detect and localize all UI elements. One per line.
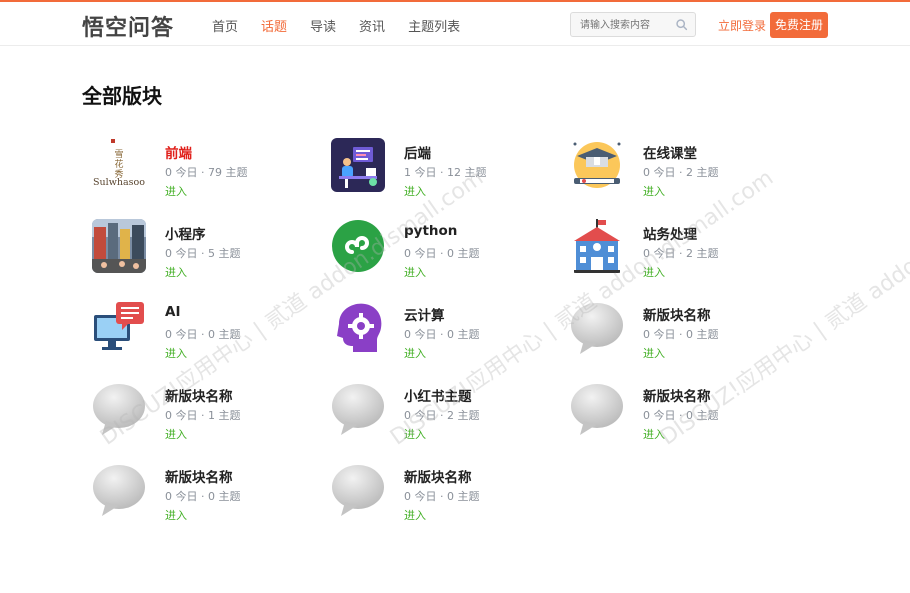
board-enter-link[interactable]: 进入 [165,183,187,199]
board-item[interactable]: 后端 1 今日 · 12 主题 进入 [331,138,551,198]
board-item[interactable]: 雪 花 秀 Sulwhasoo 前端 0 今日 · 79 主题 进入 [92,138,312,198]
graduation-cap-icon [570,138,624,192]
board-name[interactable]: 在线课堂 [643,142,697,162]
board-name[interactable]: 新版块名称 [404,466,472,486]
board-stats: 0 今日 · 1 主题 [165,409,241,422]
chat-bubble-icon [92,381,146,435]
board-name[interactable]: 新版块名称 [165,385,233,405]
board-enter-link[interactable]: 进入 [404,183,426,199]
search-icon[interactable] [675,18,688,31]
board-item[interactable]: 站务处理 0 今日 · 2 主题 进入 [570,219,790,279]
board-name[interactable]: 新版块名称 [643,304,711,324]
board-stats: 0 今日 · 0 主题 [404,490,480,503]
board-stats: 0 今日 · 2 主题 [643,166,719,179]
board-item[interactable]: 云计算 0 今日 · 0 主题 进入 [331,300,551,360]
search-input[interactable] [571,14,671,37]
main-nav: 首页 话题 导读 资讯 主题列表 [212,16,483,35]
login-link[interactable]: 立即登录 [718,17,766,34]
board-name[interactable]: 云计算 [404,304,445,324]
board-item[interactable]: 在线课堂 0 今日 · 2 主题 进入 [570,138,790,198]
board-item[interactable]: 新版块名称 0 今日 · 0 主题 进入 [331,462,551,522]
nav-guide[interactable]: 导读 [310,16,336,35]
board-name[interactable]: python [404,223,457,239]
board-enter-link[interactable]: 进入 [165,426,187,442]
nav-news[interactable]: 资讯 [359,16,385,35]
developer-desk-icon [331,138,385,192]
board-enter-link[interactable]: 进入 [404,264,426,280]
board-enter-link[interactable]: 进入 [404,426,426,442]
board-item[interactable]: 新版块名称 0 今日 · 0 主题 进入 [570,300,790,360]
chat-bubble-icon [331,462,385,516]
board-stats: 0 今日 · 0 主题 [643,409,719,422]
board-stats: 0 今日 · 0 主题 [404,328,480,341]
board-name[interactable]: 小红书主题 [404,385,472,405]
board-enter-link[interactable]: 进入 [404,345,426,361]
board-item[interactable]: 小程序 0 今日 · 5 主题 进入 [92,219,312,279]
board-enter-link[interactable]: 进入 [404,507,426,523]
board-item[interactable]: 新版块名称 0 今日 · 0 主题 进入 [92,462,312,522]
school-building-icon [570,219,624,273]
mini-program-icon [331,219,385,273]
board-item[interactable]: AI 0 今日 · 0 主题 进入 [92,300,312,360]
board-item[interactable]: python 0 今日 · 0 主题 进入 [331,219,551,279]
board-enter-link[interactable]: 进入 [165,264,187,280]
board-name[interactable]: 站务处理 [643,223,697,243]
board-stats: 0 今日 · 5 主题 [165,247,241,260]
board-stats: 0 今日 · 0 主题 [165,490,241,503]
street-photo-icon [92,219,146,273]
nav-home[interactable]: 首页 [212,16,238,35]
board-enter-link[interactable]: 进入 [165,507,187,523]
board-name[interactable]: 小程序 [165,223,206,243]
search-box [570,12,696,37]
board-stats: 0 今日 · 0 主题 [643,328,719,341]
head-gear-icon [331,300,385,354]
board-enter-link[interactable]: 进入 [643,345,665,361]
board-enter-link[interactable]: 进入 [643,264,665,280]
board-stats: 0 今日 · 2 主题 [643,247,719,260]
site-logo[interactable]: 悟空问答 [82,10,174,42]
site-header: 悟空问答 首页 话题 导读 资讯 主题列表 立即登录 免费注册 [0,2,910,46]
page-title: 全部版块 [82,84,162,108]
board-stats: 0 今日 · 0 主题 [165,328,241,341]
board-name[interactable]: 新版块名称 [643,385,711,405]
board-name[interactable]: 前端 [165,142,192,162]
chat-bubble-icon [570,381,624,435]
chat-bubble-icon [570,300,624,354]
nav-topics[interactable]: 话题 [261,16,287,35]
sulwhasoo-icon: 雪 花 秀 Sulwhasoo [92,138,146,192]
register-button[interactable]: 免费注册 [770,12,828,38]
svg-text:雪: 雪 [114,149,123,160]
board-item[interactable]: 新版块名称 0 今日 · 0 主题 进入 [570,381,790,441]
board-name[interactable]: AI [165,304,180,320]
board-stats: 0 今日 · 79 主题 [165,166,248,179]
board-enter-link[interactable]: 进入 [643,426,665,442]
nav-thread-list[interactable]: 主题列表 [408,16,460,35]
chat-bubble-icon [331,381,385,435]
board-stats: 0 今日 · 0 主题 [404,247,480,260]
monitor-chat-icon [92,300,146,354]
board-enter-link[interactable]: 进入 [165,345,187,361]
board-item[interactable]: 小红书主题 0 今日 · 2 主题 进入 [331,381,551,441]
board-name[interactable]: 后端 [404,142,431,162]
board-stats: 1 今日 · 12 主题 [404,166,487,179]
chat-bubble-icon [92,462,146,516]
svg-text:花: 花 [114,158,123,170]
board-enter-link[interactable]: 进入 [643,183,665,199]
board-stats: 0 今日 · 2 主题 [404,409,480,422]
board-name[interactable]: 新版块名称 [165,466,233,486]
board-item[interactable]: 新版块名称 0 今日 · 1 主题 进入 [92,381,312,441]
